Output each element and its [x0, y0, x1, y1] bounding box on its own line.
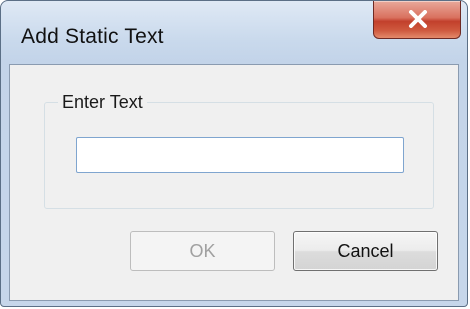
- close-icon: [409, 10, 427, 28]
- dialog-client-area: Enter Text OK Cancel: [9, 64, 459, 301]
- title-bar[interactable]: Add Static Text: [1, 1, 467, 61]
- group-box-label: Enter Text: [58, 92, 147, 113]
- dialog-title: Add Static Text: [21, 25, 164, 48]
- close-button[interactable]: [373, 1, 461, 39]
- cancel-button[interactable]: Cancel: [293, 231, 438, 271]
- text-input[interactable]: [76, 137, 404, 173]
- ok-button[interactable]: OK: [130, 231, 275, 271]
- dialog-window: Add Static Text Enter Text OK Cancel: [0, 0, 468, 307]
